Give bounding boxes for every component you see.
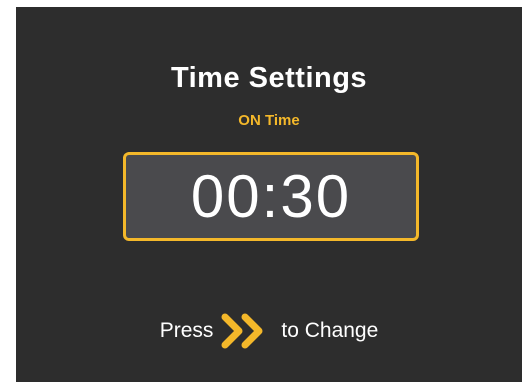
hint-change-label: to Change bbox=[281, 319, 379, 342]
change-hint: Press to Change bbox=[16, 311, 522, 351]
double-chevron-right-icon bbox=[221, 313, 263, 349]
time-value-box[interactable]: 00:30 bbox=[123, 152, 419, 241]
page-title: Time Settings bbox=[170, 62, 368, 94]
hint-press-label: Press bbox=[159, 319, 214, 342]
time-value: 00:30 bbox=[190, 162, 352, 230]
settings-screen: Time Settings ON Time 00:30 Press to Cha… bbox=[16, 7, 522, 382]
setting-subtitle: ON Time bbox=[238, 112, 300, 129]
